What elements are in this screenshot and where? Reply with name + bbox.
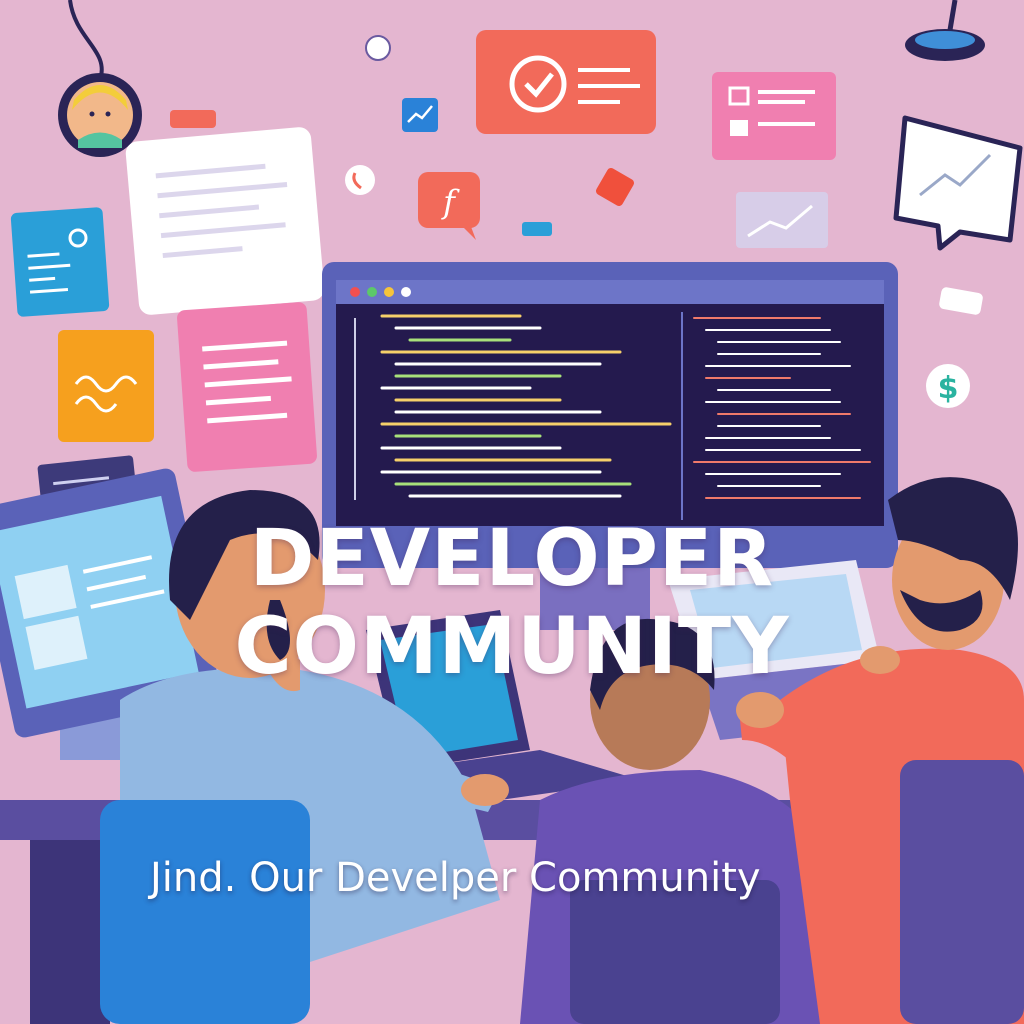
blue-card <box>10 207 110 317</box>
task-card <box>476 30 656 134</box>
svg-text:$: $ <box>938 371 959 406</box>
poster: f $ DEVELOPER COMMUNITY Jind. Our Develp… <box>0 0 1024 1024</box>
phone-icon <box>345 165 375 195</box>
pill-shape <box>170 110 216 128</box>
headline-line-2: COMMUNITY <box>234 602 790 692</box>
headline-line-1: DEVELOPER <box>249 514 775 604</box>
chart-mini-icon <box>402 98 438 132</box>
dollar-icon: $ <box>926 364 970 408</box>
document-card <box>125 127 325 315</box>
faded-chart-card <box>736 192 828 248</box>
wave-card <box>58 330 154 442</box>
list-card <box>712 72 836 160</box>
pink-text-card <box>177 302 317 472</box>
tagline: Jind. Our Develper Community <box>150 855 761 901</box>
small-bar-shape <box>522 222 552 236</box>
clock-icon <box>365 35 391 61</box>
